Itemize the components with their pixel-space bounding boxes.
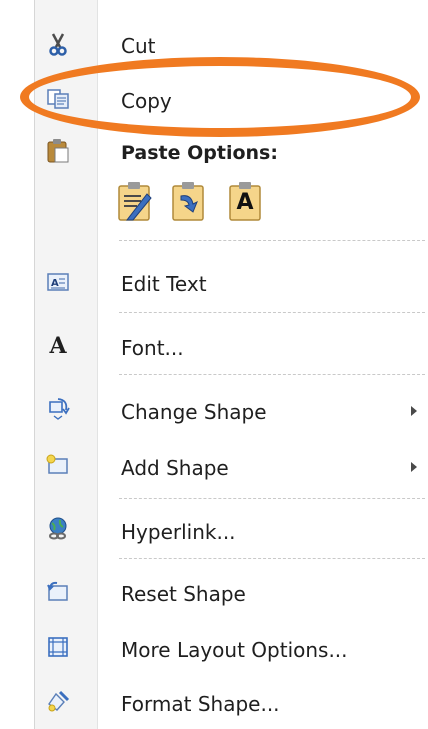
menu-item-label: Copy (121, 89, 172, 113)
paste-options-label: Paste Options: (121, 142, 278, 164)
layout-icon (45, 634, 71, 660)
paste-keep-source-formatting[interactable] (171, 180, 207, 224)
context-menu: Cut Copy Paste Options: A A Edit Text A … (34, 0, 428, 729)
format-shape-icon (45, 688, 71, 714)
menu-item-font[interactable]: A Font... (35, 324, 428, 368)
svg-text:A: A (51, 278, 59, 289)
menu-item-label: Reset Shape (121, 582, 246, 606)
add-shape-icon (45, 452, 71, 478)
hyperlink-icon (45, 516, 71, 542)
submenu-arrow-icon (411, 406, 417, 416)
reset-shape-icon (45, 578, 71, 604)
change-shape-icon (45, 395, 71, 421)
submenu-arrow-icon (411, 462, 417, 472)
clipboard-icon (45, 138, 71, 164)
separator (119, 498, 425, 499)
menu-item-label: Font... (121, 336, 184, 360)
menu-item-format-shape[interactable]: Format Shape... (35, 680, 428, 724)
menu-item-edit-text[interactable]: A Edit Text (35, 260, 428, 304)
menu-item-label: Cut (121, 34, 156, 58)
scissors-icon (45, 31, 71, 57)
menu-item-hyperlink[interactable]: Hyperlink... (35, 508, 428, 552)
menu-item-more-layout-options[interactable]: More Layout Options... (35, 626, 428, 670)
menu-item-label: Format Shape... (121, 692, 280, 716)
paste-keep-text-only[interactable]: A (228, 180, 264, 224)
paste-text-only-glyph: A (236, 190, 254, 215)
separator (119, 312, 425, 313)
menu-item-copy[interactable]: Copy (35, 76, 428, 124)
menu-item-label: Hyperlink... (121, 520, 236, 544)
menu-item-label: Change Shape (121, 400, 267, 424)
copy-icon (45, 86, 71, 112)
menu-item-label: More Layout Options... (121, 638, 348, 662)
menu-item-cut[interactable]: Cut (35, 22, 428, 66)
separator (119, 240, 425, 241)
paste-destination-theme-icon (118, 182, 152, 221)
separator (119, 374, 425, 375)
menu-item-label: Add Shape (121, 456, 229, 480)
separator (119, 558, 425, 559)
menu-item-label: Edit Text (121, 272, 207, 296)
menu-item-add-shape[interactable]: Add Shape (35, 444, 428, 488)
paste-source-formatting-icon (172, 182, 204, 221)
font-icon: A (49, 333, 67, 359)
paste-options-header: Paste Options: (35, 136, 428, 170)
menu-item-reset-shape[interactable]: Reset Shape (35, 570, 428, 614)
edit-text-icon: A (45, 269, 71, 295)
menu-item-change-shape[interactable]: Change Shape (35, 388, 428, 432)
paste-use-destination-theme[interactable] (117, 180, 153, 224)
